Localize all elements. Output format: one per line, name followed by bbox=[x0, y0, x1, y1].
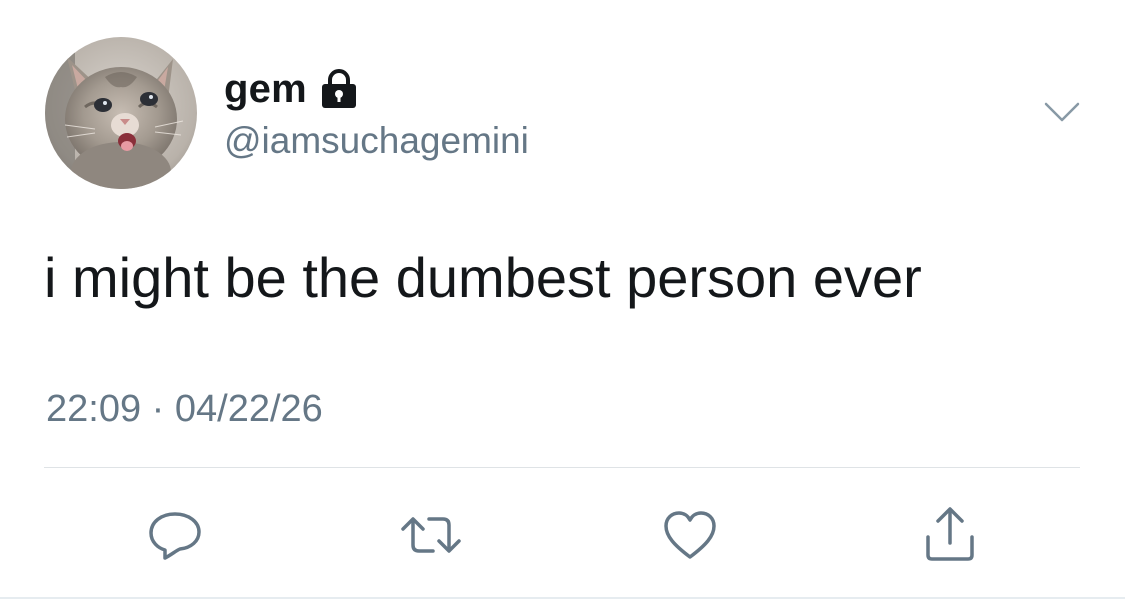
reply-button[interactable] bbox=[145, 505, 205, 565]
chevron-down-icon[interactable] bbox=[1042, 98, 1082, 126]
reply-icon bbox=[149, 512, 201, 560]
share-button[interactable] bbox=[920, 505, 980, 565]
retweet-button[interactable] bbox=[401, 505, 461, 565]
tweet-card: gem @iamsuchagemini i might be the dumbe… bbox=[0, 0, 1125, 601]
lock-icon bbox=[319, 68, 359, 110]
display-name[interactable]: gem bbox=[224, 64, 307, 114]
heart-icon bbox=[664, 511, 716, 559]
divider bbox=[44, 467, 1080, 468]
kitten-avatar-image bbox=[45, 37, 197, 189]
avatar[interactable] bbox=[45, 37, 197, 189]
tweet-text: i might be the dumbest person ever bbox=[44, 246, 922, 309]
retweet-icon bbox=[401, 517, 461, 553]
bottom-divider bbox=[0, 597, 1125, 599]
like-button[interactable] bbox=[660, 505, 720, 565]
author-row: gem bbox=[224, 64, 359, 114]
tweet-timestamp: 22:09 · 04/22/26 bbox=[46, 388, 323, 430]
share-icon bbox=[926, 507, 974, 561]
user-handle[interactable]: @iamsuchagemini bbox=[224, 116, 529, 166]
